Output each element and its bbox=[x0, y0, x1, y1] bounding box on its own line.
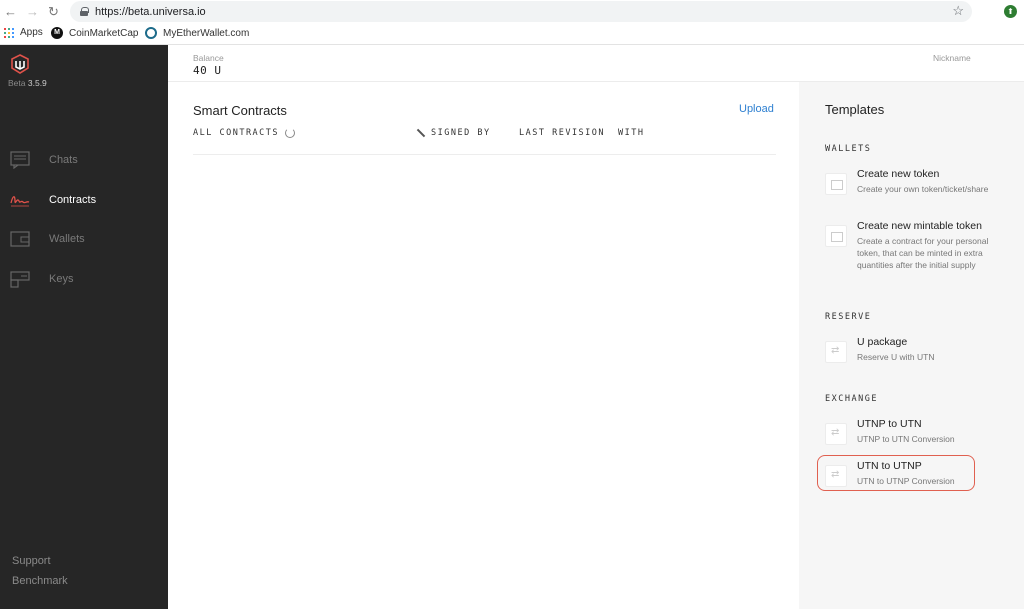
column-all-contracts[interactable]: ALL CONTRACTS bbox=[193, 128, 296, 138]
lock-icon bbox=[80, 7, 89, 16]
chat-icon bbox=[10, 151, 30, 169]
bookmark-label: CoinMarketCap bbox=[69, 27, 139, 39]
bookmarks-bar: Apps M CoinMarketCap MyEtherWallet.com bbox=[0, 24, 1024, 45]
sidebar-item-keys[interactable]: Keys bbox=[0, 265, 168, 293]
sidebar-item-label: Wallets bbox=[49, 233, 85, 245]
highlight-outline bbox=[817, 455, 975, 491]
column-last-revision[interactable]: LAST REVISION bbox=[519, 128, 605, 138]
templates-panel: Templates WALLETS Create new token Creat… bbox=[799, 82, 1024, 609]
template-name: UTNP to UTN bbox=[857, 418, 922, 430]
bookmark-myetherwallet[interactable]: MyEtherWallet.com bbox=[145, 27, 249, 39]
section-label-reserve: RESERVE bbox=[825, 312, 872, 322]
version-number: 3.5.9 bbox=[27, 78, 47, 88]
sidebar-item-label: Contracts bbox=[49, 194, 97, 206]
benchmark-link[interactable]: Benchmark bbox=[12, 575, 68, 587]
bookmark-label: MyEtherWallet.com bbox=[163, 27, 250, 39]
version-prefix: Beta bbox=[8, 78, 26, 88]
refresh-icon[interactable] bbox=[285, 128, 296, 138]
back-arrow-icon[interactable]: ← bbox=[4, 4, 17, 20]
nickname-label[interactable]: Nickname bbox=[933, 53, 971, 63]
upload-button[interactable]: Upload bbox=[739, 103, 774, 115]
sidebar-item-label: Chats bbox=[49, 154, 78, 166]
sidebar-item-label: Keys bbox=[49, 273, 74, 285]
sidebar-item-chats[interactable]: Chats bbox=[0, 146, 168, 174]
wallet-icon bbox=[10, 231, 30, 247]
templates-title: Templates bbox=[825, 102, 885, 117]
template-description: Create your own token/ticket/share bbox=[857, 184, 989, 194]
column-label: WITH bbox=[618, 128, 645, 138]
exchange-arrows-icon bbox=[825, 341, 847, 363]
forward-arrow-icon[interactable]: → bbox=[26, 4, 39, 20]
coinmarketcap-icon: M bbox=[51, 27, 63, 39]
template-description: Reserve U with UTN bbox=[857, 352, 935, 362]
template-name: Create new token bbox=[857, 168, 940, 180]
wallet-icon bbox=[825, 225, 847, 247]
main-content: Balance 40 U Nickname Smart Contracts Up… bbox=[168, 45, 1024, 609]
bookmark-label: Apps bbox=[20, 27, 43, 38]
reload-icon[interactable]: ↻ bbox=[48, 4, 59, 20]
template-description: Create a contract for your personal toke… bbox=[857, 236, 989, 270]
apps-grid-icon bbox=[4, 27, 14, 38]
wallet-icon bbox=[825, 173, 847, 195]
template-description: UTNP to UTN Conversion bbox=[857, 434, 955, 444]
divider bbox=[193, 154, 776, 155]
column-label: SIGNED BY bbox=[431, 128, 491, 138]
balance-value: 40 U bbox=[193, 64, 222, 77]
myetherwallet-icon bbox=[145, 27, 157, 39]
balance-label: Balance bbox=[193, 53, 224, 63]
column-label: ALL CONTRACTS bbox=[193, 128, 280, 138]
template-name: U package bbox=[857, 336, 908, 348]
section-label-wallets: WALLETS bbox=[825, 144, 872, 154]
section-label-exchange: EXCHANGE bbox=[825, 394, 878, 404]
version-label: Beta 3.5.9 bbox=[8, 78, 47, 88]
support-link[interactable]: Support bbox=[12, 555, 51, 567]
template-name: Create new mintable token bbox=[857, 220, 982, 232]
balance-header: Balance 40 U Nickname bbox=[168, 45, 1024, 82]
universa-logo-icon[interactable] bbox=[10, 54, 30, 74]
url-text[interactable]: https://beta.universa.io bbox=[95, 6, 206, 18]
page-title: Smart Contracts bbox=[193, 103, 287, 118]
column-with[interactable]: WITH bbox=[618, 128, 644, 138]
sidebar-item-contracts[interactable]: Contracts bbox=[0, 186, 168, 214]
address-bar[interactable]: https://beta.universa.io ☆ bbox=[70, 1, 972, 22]
column-signed-by[interactable]: SIGNED BY bbox=[415, 128, 491, 138]
key-icon bbox=[10, 271, 30, 288]
pen-icon bbox=[415, 128, 425, 138]
bookmark-apps[interactable]: Apps bbox=[4, 27, 43, 38]
extension-icon[interactable]: ⬆ bbox=[1004, 5, 1017, 18]
column-label: LAST REVISION bbox=[519, 128, 606, 138]
sidebar: Beta 3.5.9 Chats Contracts Wallets Keys … bbox=[0, 45, 168, 609]
signature-icon bbox=[10, 196, 30, 207]
browser-toolbar: ← → ↻ https://beta.universa.io ☆ ⬆ bbox=[0, 0, 1024, 24]
sidebar-item-wallets[interactable]: Wallets bbox=[0, 225, 168, 253]
exchange-arrows-icon bbox=[825, 423, 847, 445]
bookmark-coinmarketcap[interactable]: M CoinMarketCap bbox=[51, 27, 138, 39]
bookmark-star-icon[interactable]: ☆ bbox=[952, 3, 964, 19]
